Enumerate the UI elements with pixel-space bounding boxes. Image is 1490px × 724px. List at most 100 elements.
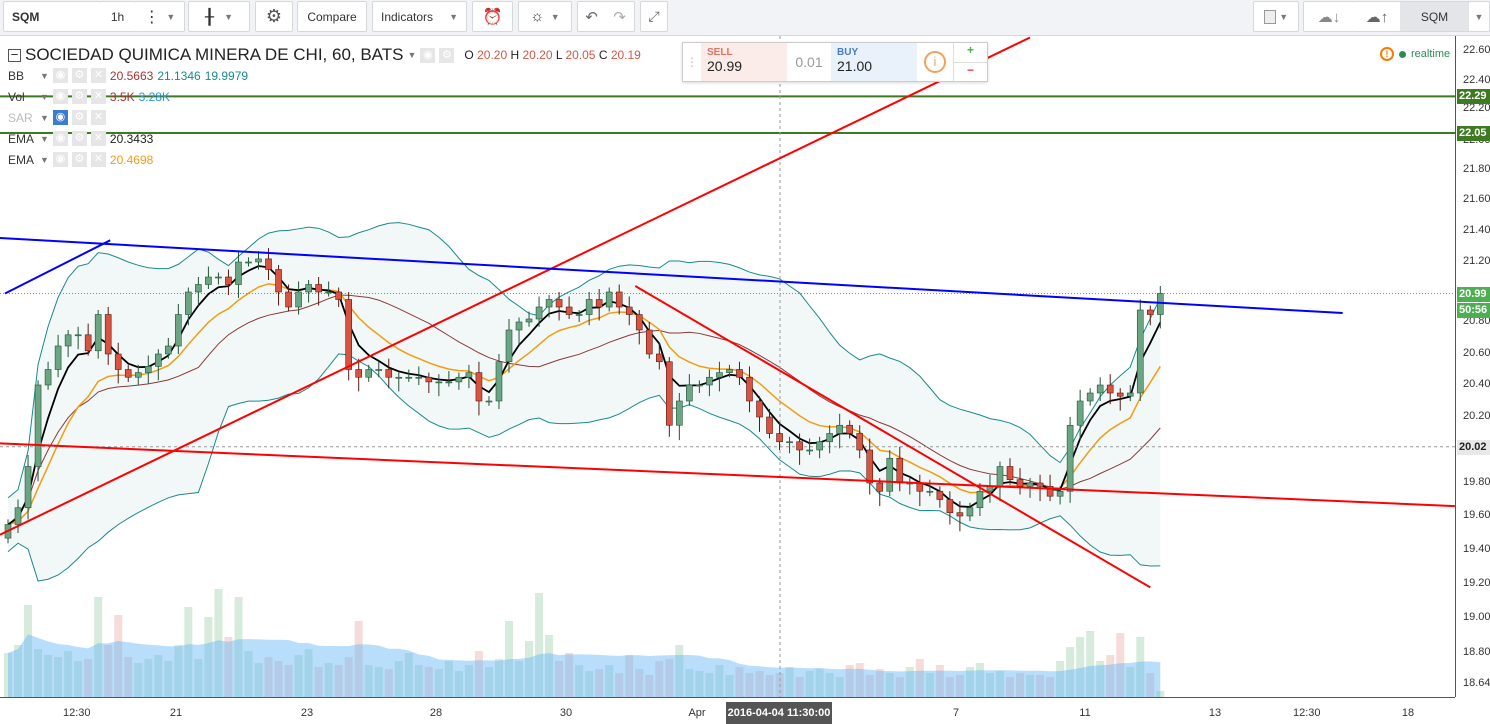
gear-icon[interactable]: ⚙ bbox=[71, 68, 87, 83]
candle-body bbox=[926, 490, 934, 493]
undo-button[interactable]: ↶ bbox=[577, 1, 606, 32]
close-icon[interactable]: ✕ bbox=[90, 152, 106, 167]
gear-icon[interactable]: ⚙ bbox=[71, 152, 87, 167]
candle-body bbox=[265, 258, 272, 270]
candle-body bbox=[966, 507, 974, 517]
chevron-down-icon[interactable]: ▼ bbox=[40, 113, 49, 123]
ema2-name[interactable]: EMA bbox=[8, 153, 36, 167]
indicators-button[interactable]: Indicators ▼ bbox=[372, 1, 467, 32]
candle-body bbox=[215, 276, 222, 279]
redo-button[interactable]: ↷ bbox=[605, 1, 635, 32]
buy-button[interactable]: BUY 21.00 bbox=[831, 43, 917, 81]
vol-name[interactable]: Vol bbox=[8, 90, 36, 104]
close-icon[interactable]: ✕ bbox=[90, 131, 106, 146]
candle-body bbox=[205, 276, 212, 285]
symbol-search[interactable]: SQM bbox=[3, 1, 101, 32]
trend-line[interactable] bbox=[0, 442, 1455, 508]
gear-icon[interactable]: ⚙ bbox=[71, 110, 87, 125]
ema1-name[interactable]: EMA bbox=[8, 132, 36, 146]
time-tick: 7 bbox=[952, 707, 960, 719]
legend-ema1: EMA ▼ ◉ ⚙ ✕ 20.3433 bbox=[8, 131, 153, 146]
candle-body bbox=[74, 334, 82, 337]
candle-body bbox=[285, 291, 292, 308]
price-tick: 19.40 bbox=[1463, 543, 1490, 555]
bar-countdown-label: 50:56 bbox=[1457, 302, 1490, 318]
eye-icon[interactable]: ◉ bbox=[420, 47, 436, 63]
candle-body bbox=[195, 284, 202, 293]
decrease-button[interactable]: − bbox=[954, 63, 987, 82]
gear-icon[interactable]: ⚙ bbox=[71, 89, 87, 104]
close-label: C bbox=[598, 48, 608, 62]
candle-body bbox=[14, 507, 22, 525]
interval-button[interactable]: 1h bbox=[100, 1, 136, 32]
increase-button[interactable]: + bbox=[954, 43, 987, 63]
drag-handle[interactable]: ⋮ bbox=[683, 43, 701, 81]
open-value: 20.20 bbox=[477, 48, 508, 62]
fullscreen-button[interactable]: ⤢ bbox=[640, 1, 668, 32]
layout-button[interactable]: ▼ bbox=[1253, 1, 1299, 32]
candle-body bbox=[345, 299, 352, 370]
chart-name-button[interactable]: SQM bbox=[1400, 1, 1470, 32]
chevron-down-icon[interactable]: ▼ bbox=[40, 134, 49, 144]
load-chart-button[interactable]: ☁↓ bbox=[1303, 1, 1355, 32]
sell-button[interactable]: SELL 20.99 bbox=[701, 43, 787, 81]
eye-icon[interactable]: ◉ bbox=[52, 131, 68, 146]
spread: 0.01 bbox=[795, 54, 823, 70]
bb-lower: 19.9979 bbox=[204, 68, 249, 83]
close-icon[interactable]: ✕ bbox=[90, 89, 106, 104]
chart-type-button[interactable]: ╂ ▼ bbox=[188, 1, 250, 32]
sar-name[interactable]: SAR bbox=[8, 111, 36, 125]
compare-button[interactable]: Compare bbox=[297, 1, 367, 32]
candle bbox=[666, 357, 673, 437]
buy-price: 21.00 bbox=[837, 58, 873, 74]
last-price-label: 20.99 bbox=[1457, 286, 1490, 302]
info-button[interactable]: i bbox=[917, 43, 953, 81]
save-chart-button[interactable]: ☁↑ bbox=[1354, 1, 1401, 32]
candle-body bbox=[275, 269, 282, 293]
warning-icon[interactable]: ! bbox=[1380, 47, 1394, 61]
ideas-button[interactable]: ☼ ▼ bbox=[518, 1, 572, 32]
eye-icon[interactable]: ◉ bbox=[52, 68, 68, 83]
candle-body bbox=[1076, 400, 1084, 426]
candle-body bbox=[1036, 482, 1044, 487]
eye-icon[interactable]: ◉ bbox=[52, 110, 68, 125]
close-icon[interactable]: ✕ bbox=[90, 68, 106, 83]
chart-canvas bbox=[0, 36, 1455, 697]
fullscreen-icon: ⤢ bbox=[648, 8, 660, 24]
close-icon[interactable]: ✕ bbox=[90, 110, 106, 125]
candle-body bbox=[936, 490, 944, 500]
interval-menu[interactable]: ⋮ ▼ bbox=[135, 1, 185, 32]
price-tick: 19.20 bbox=[1463, 577, 1490, 589]
candle-body bbox=[395, 376, 403, 379]
candle-body bbox=[325, 291, 332, 294]
chart-menu-button[interactable]: ▼ bbox=[1469, 1, 1490, 32]
candle bbox=[1136, 299, 1144, 401]
series-title[interactable]: SOCIEDAD QUIMICA MINERA DE CHI, 60, BATS bbox=[25, 45, 403, 65]
chevron-down-icon[interactable]: ▼ bbox=[40, 71, 49, 81]
chart-area[interactable] bbox=[0, 36, 1455, 697]
chevron-down-icon[interactable]: ▼ bbox=[40, 155, 49, 165]
open-label: O bbox=[464, 48, 474, 62]
settings-button[interactable]: ⚙ bbox=[255, 1, 293, 32]
bb-name[interactable]: BB bbox=[8, 69, 36, 83]
eye-icon[interactable]: ◉ bbox=[52, 152, 68, 167]
gear-icon[interactable]: ⚙ bbox=[439, 47, 455, 63]
candle-body bbox=[1136, 309, 1144, 394]
candle-body bbox=[786, 441, 793, 444]
chevron-down-icon: ▼ bbox=[550, 11, 560, 22]
price-axis[interactable]: 22.6022.4022.2022.0021.8021.6021.4021.20… bbox=[1455, 36, 1490, 697]
collapse-icon[interactable]: − bbox=[8, 48, 21, 62]
candle-body bbox=[956, 512, 964, 517]
legend-sar: SAR ▼ ◉ ⚙ ✕ bbox=[8, 110, 106, 125]
chevron-down-icon[interactable]: ▼ bbox=[407, 50, 416, 60]
gear-icon[interactable]: ⚙ bbox=[71, 131, 87, 146]
alert-button[interactable]: ⏰ bbox=[472, 1, 513, 32]
candle-body bbox=[706, 376, 713, 386]
eye-icon[interactable]: ◉ bbox=[52, 89, 68, 104]
candle-body bbox=[816, 441, 823, 451]
candle-body bbox=[375, 369, 383, 371]
chevron-down-icon[interactable]: ▼ bbox=[40, 92, 49, 102]
time-axis[interactable]: 12:30 21 23 28 30 Apr 7 11 13 12:30 18 2016-04-04 1… bbox=[0, 697, 1455, 724]
candle-body bbox=[315, 284, 322, 293]
candle-body bbox=[1016, 479, 1024, 487]
